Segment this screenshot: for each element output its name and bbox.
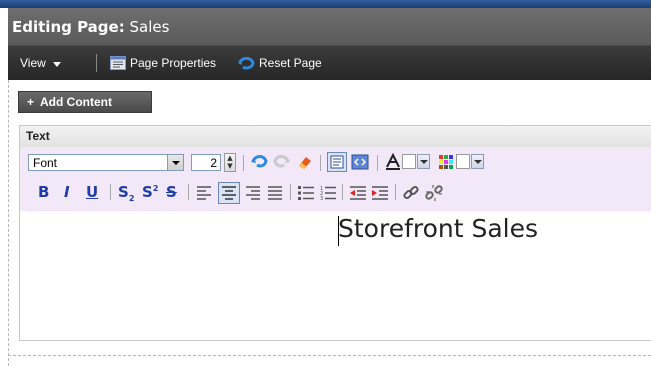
add-content-button[interactable]: + Add Content [18, 91, 152, 113]
toolbar-separator [96, 54, 97, 72]
insert-link-icon[interactable] [401, 183, 421, 203]
panel-header: Text [20, 126, 651, 148]
align-center-icon [222, 186, 236, 200]
chevron-down-icon[interactable] [167, 155, 183, 170]
rich-text-mode-icon [330, 155, 344, 169]
rich-text-mode-button[interactable] [327, 152, 347, 172]
editor-content-text: Storefront Sales [338, 214, 539, 243]
toolbar-separator [110, 184, 111, 200]
region-border [8, 80, 9, 366]
toolbar-separator [290, 184, 291, 200]
undo-icon[interactable] [250, 153, 268, 171]
subscript-icon[interactable]: S2 [118, 183, 134, 203]
align-center-button[interactable] [218, 182, 240, 204]
reset-page-label: Reset Page [259, 56, 322, 70]
toolbar-separator [342, 184, 343, 200]
font-size-value: 2 [210, 156, 217, 170]
page-title-prefix: Editing Page: [12, 18, 125, 36]
add-content-label: Add Content [40, 95, 112, 109]
toolbar-separator [243, 155, 244, 171]
text-component-panel: Text Font 2 ▲ ▼ B I U S2 S2 S 1 2 3 Stor… [19, 125, 651, 341]
chevron-down-icon [52, 62, 61, 67]
remove-link-icon[interactable] [424, 183, 444, 203]
view-menu[interactable]: View [20, 56, 61, 70]
strikethrough-icon[interactable]: S [166, 183, 177, 201]
plus-icon: + [27, 95, 35, 109]
chevron-down-icon[interactable] [471, 154, 484, 169]
font-size-spinner[interactable]: ▲ ▼ [224, 153, 236, 172]
page-title-name: Sales [129, 18, 170, 36]
font-family-value: Font [33, 156, 58, 170]
align-left-icon[interactable] [194, 183, 214, 203]
bulleted-list-icon[interactable] [296, 183, 316, 203]
toolbar-separator [188, 184, 189, 200]
clear-formatting-eraser-icon[interactable] [296, 153, 314, 171]
editing-header: Editing Page: Sales [8, 8, 651, 46]
page-properties-label: Page Properties [130, 56, 217, 70]
text-color-icon[interactable] [385, 153, 401, 171]
region-border-bottom [8, 355, 651, 356]
numbered-list-icon[interactable]: 123 [318, 183, 338, 203]
page-toolbar: View Page Properties Reset Page [8, 46, 651, 80]
font-family-select[interactable]: Font [28, 154, 184, 171]
top-window-band [0, 0, 651, 8]
superscript-icon[interactable]: S2 [142, 183, 158, 201]
page-title: Editing Page: Sales [12, 18, 169, 36]
rich-text-editor-area[interactable]: Storefront Sales [20, 211, 651, 341]
page-properties-button[interactable]: Page Properties [110, 56, 216, 70]
view-menu-label: View [20, 56, 46, 70]
background-color-swatch[interactable] [456, 154, 470, 169]
italic-icon[interactable]: I [64, 183, 70, 201]
svg-text:3: 3 [320, 196, 323, 200]
toolbar-separator [320, 155, 321, 171]
chevron-down-icon[interactable] [417, 154, 430, 169]
reset-undo-icon [238, 56, 255, 70]
redo-icon[interactable] [273, 153, 291, 171]
toolbar-separator [377, 155, 378, 171]
reset-page-button[interactable]: Reset Page [237, 56, 322, 70]
page-properties-icon [110, 56, 126, 70]
align-justify-icon[interactable] [265, 183, 285, 203]
toolbar-separator [395, 184, 396, 200]
outdent-icon[interactable] [348, 183, 368, 203]
text-color-swatch[interactable] [402, 154, 416, 169]
indent-icon[interactable] [370, 183, 390, 203]
source-code-icon[interactable] [350, 152, 370, 172]
panel-title: Text [26, 129, 50, 143]
rich-text-toolbar: Font 2 ▲ ▼ B I U S2 S2 S 1 2 3 [20, 147, 651, 211]
align-right-icon[interactable] [243, 183, 263, 203]
font-size-input[interactable]: 2 [191, 154, 221, 171]
underline-icon[interactable]: U [86, 183, 98, 201]
bold-icon[interactable]: B [38, 183, 49, 201]
background-color-icon[interactable] [438, 154, 454, 170]
